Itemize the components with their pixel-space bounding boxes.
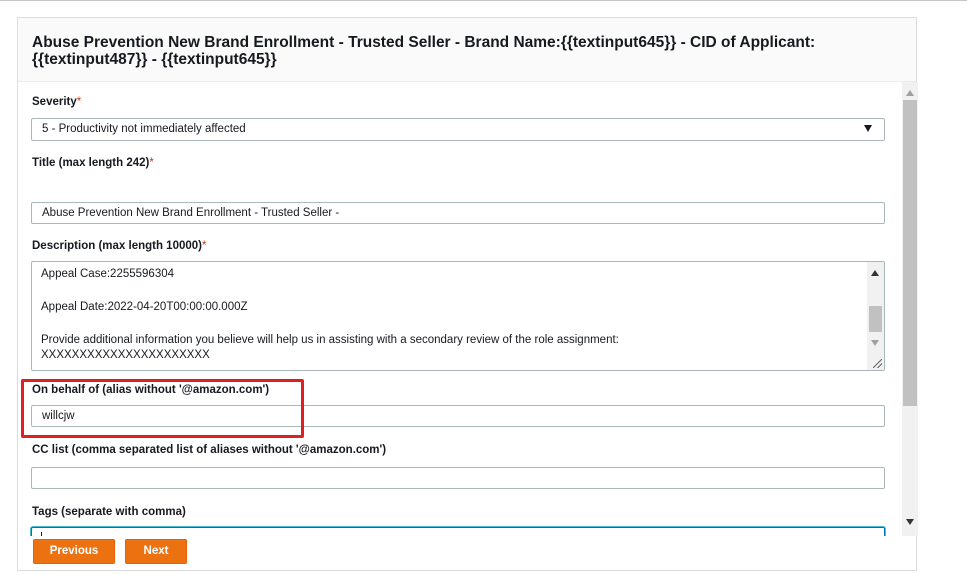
- title-label: Title (max length 242)*: [32, 157, 154, 169]
- form-scrollbar[interactable]: [902, 82, 918, 536]
- scrollbar-thumb[interactable]: [903, 100, 917, 406]
- required-marker: *: [149, 157, 154, 169]
- scroll-down-icon[interactable]: [906, 519, 914, 525]
- previous-button[interactable]: Previous: [33, 539, 115, 564]
- severity-select[interactable]: 5 - Productivity not immediately affecte…: [31, 118, 885, 141]
- on-behalf-of-value: willcjw: [42, 410, 75, 422]
- scroll-down-icon[interactable]: [871, 340, 879, 346]
- description-scrollbar[interactable]: [867, 262, 884, 370]
- description-label-text: Description (max length 10000): [32, 240, 202, 252]
- form-card: Abuse Prevention New Brand Enrollment - …: [17, 17, 918, 571]
- on-behalf-of-input[interactable]: willcjw: [31, 405, 885, 427]
- form-footer: Previous Next: [18, 536, 916, 570]
- severity-value: 5 - Productivity not immediately affecte…: [42, 123, 246, 135]
- description-label: Description (max length 10000)*: [32, 240, 206, 252]
- severity-label-text: Severity: [32, 96, 77, 108]
- scroll-up-icon[interactable]: [906, 90, 914, 96]
- form-scroll-area[interactable]: Severity* 5 - Productivity not immediate…: [18, 82, 902, 536]
- required-marker: *: [76, 96, 82, 108]
- chevron-down-icon: [864, 125, 872, 132]
- next-button[interactable]: Next: [125, 539, 187, 564]
- title-value: Abuse Prevention New Brand Enrollment - …: [42, 207, 340, 219]
- cc-list-input[interactable]: [31, 467, 885, 489]
- description-line: Provide additional information you belie…: [41, 334, 619, 346]
- top-divider: [0, 0, 967, 1]
- description-textarea[interactable]: Appeal Case:2255596304 Appeal Date:2022-…: [31, 261, 885, 371]
- page-title: Abuse Prevention New Brand Enrollment - …: [32, 34, 816, 68]
- description-line: Appeal Date:2022-04-20T00:00:00.000Z: [41, 301, 248, 313]
- scrollbar-thumb[interactable]: [869, 306, 882, 332]
- resize-grip-icon[interactable]: [873, 359, 882, 368]
- card-header: Abuse Prevention New Brand Enrollment - …: [18, 18, 916, 82]
- scroll-up-icon[interactable]: [871, 270, 879, 276]
- severity-label: Severity*: [32, 96, 81, 108]
- description-line: Appeal Case:2255596304: [41, 268, 175, 280]
- cc-list-label: CC list (comma separated list of aliases…: [32, 444, 387, 456]
- description-line: XXXXXXXXXXXXXXXXXXXXXX: [41, 349, 210, 361]
- title-label-text: Title (max length 242): [32, 157, 150, 169]
- required-marker: *: [202, 240, 207, 252]
- tags-input[interactable]: [31, 527, 885, 536]
- on-behalf-of-label: On behalf of (alias without '@amazon.com…: [32, 384, 270, 396]
- tags-label: Tags (separate with comma): [32, 506, 186, 518]
- title-input[interactable]: Abuse Prevention New Brand Enrollment - …: [31, 202, 885, 224]
